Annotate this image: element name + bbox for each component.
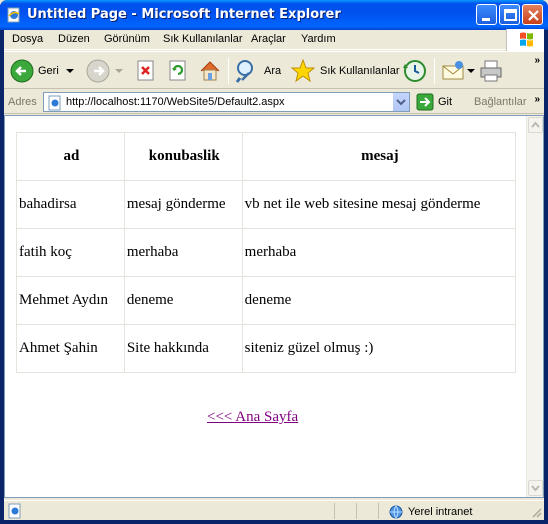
back-arrow-icon [10,59,34,83]
forward-arrow-icon [86,59,110,83]
messages-table: ad konubaslik mesaj bahadirsa mesaj gönd… [16,132,517,373]
table-row: fatih koç merhaba merhaba [16,228,517,277]
address-bar: Adres http://localhost:1170/WebSite5/Def… [4,90,544,114]
favorites-button[interactable]: Sık Kullanılanlar [290,58,400,84]
links-label[interactable]: Bağlantılar [474,96,527,108]
table-row: Ahmet Şahin Site hakkında siteniz güzel … [16,324,517,373]
table-header-row: ad konubaslik mesaj [16,132,517,181]
refresh-button[interactable] [168,58,188,84]
go-arrow-icon [416,93,434,111]
history-button[interactable] [402,58,428,84]
menu-bar: Dosya Düzen Görünüm Sık Kullanılanlar Ar… [4,29,544,51]
back-label: Geri [38,65,59,77]
back-dropdown-icon[interactable] [64,66,76,76]
status-divider [356,503,357,519]
close-icon [528,10,539,21]
stop-icon [137,60,154,81]
home-button[interactable] [198,58,222,84]
ie-page-icon [7,7,20,23]
cell-mesaj: deneme [241,276,517,325]
print-button[interactable] [478,58,504,84]
maximize-button[interactable] [499,4,520,25]
menu-help[interactable]: Yardım [301,33,336,45]
go-label: Git [438,96,453,108]
page-done-icon [8,503,21,519]
toolbar-separator [228,58,229,84]
status-bar: Yerel intranet [4,500,544,520]
search-icon [235,60,253,83]
favorites-label: Sık Kullanılanlar [320,65,400,77]
table-row: bahadirsa mesaj gönderme vb net ile web … [16,180,517,229]
scroll-up-button[interactable] [528,117,543,133]
cell-ad: fatih koç [16,228,125,277]
window-body: Dosya Düzen Görünüm Sık Kullanılanlar Ar… [4,29,544,520]
stop-button[interactable] [136,58,156,84]
close-button[interactable] [522,4,543,25]
intranet-globe-icon [389,505,403,519]
address-label: Adres [8,96,37,108]
address-dropdown-button[interactable] [392,93,409,111]
toolbar-separator [434,58,435,84]
chevron-down-icon [396,99,406,106]
cell-konubaslik: deneme [123,276,243,325]
address-url: http://localhost:1170/WebSite5/Default2.… [66,96,285,108]
favorites-star-icon [290,58,316,83]
menu-edit[interactable]: Düzen [58,33,90,45]
search-button[interactable]: Ara [234,58,281,84]
forward-dropdown-icon[interactable] [113,66,125,76]
minimize-icon [482,18,490,21]
links-chevron-icon[interactable]: » [534,94,540,105]
windows-logo [506,29,544,51]
cell-konubaslik: merhaba [123,228,243,277]
column-header-ad: ad [16,132,125,181]
status-divider [334,503,335,519]
standard-toolbar: Geri Ara Sık Kullanılanlar » [4,51,544,89]
back-button[interactable]: Geri [10,58,76,84]
cell-ad: Ahmet Şahin [16,324,125,373]
window-title: Untitled Page - Microsoft Internet Explo… [27,7,341,22]
menu-view[interactable]: Görünüm [104,33,150,45]
zone-label: Yerel intranet [408,506,473,518]
cell-mesaj: merhaba [241,228,517,277]
maximize-icon [504,9,517,21]
vertical-scrollbar[interactable] [526,116,543,497]
page-icon [48,95,61,111]
address-input[interactable]: http://localhost:1170/WebSite5/Default2.… [43,92,410,112]
resize-grip-icon[interactable] [530,506,542,518]
column-header-konubaslik: konubaslik [123,132,243,181]
cell-ad: Mehmet Aydın [16,276,125,325]
menu-favorites[interactable]: Sık Kullanılanlar [163,33,243,45]
cell-mesaj: vb net ile web sitesine mesaj gönderme [241,180,517,229]
history-clock-icon [403,60,426,82]
toolbar-chevron-icon[interactable]: » [534,55,540,66]
windows-flag-icon [520,32,533,47]
title-bar[interactable]: Untitled Page - Microsoft Internet Explo… [0,0,548,30]
scroll-up-icon [531,121,540,128]
table-row: Mehmet Aydın deneme deneme [16,276,517,325]
cell-mesaj: siteniz güzel olmuş :) [241,324,517,373]
menu-file[interactable]: Dosya [12,33,43,45]
go-button[interactable]: Git [416,93,452,111]
minimize-button[interactable] [476,4,497,25]
search-label: Ara [264,65,282,77]
mail-dropdown-icon[interactable] [466,66,476,76]
ie-window: Untitled Page - Microsoft Internet Explo… [0,0,548,524]
menu-tools[interactable]: Araçlar [251,33,286,45]
scroll-down-button[interactable] [528,480,543,496]
security-zone[interactable]: Yerel intranet [388,504,472,520]
printer-icon [480,60,502,82]
home-icon [200,61,220,81]
status-divider [378,503,379,519]
mail-envelope-icon [442,61,464,80]
cell-konubaslik: Site hakkında [123,324,243,373]
home-page-link[interactable]: <<< Ana Sayfa [207,409,298,426]
mail-button[interactable] [440,58,476,84]
refresh-icon [169,60,186,81]
cell-konubaslik: mesaj gönderme [123,180,243,229]
scroll-down-icon [531,485,540,492]
page-content: ad konubaslik mesaj bahadirsa mesaj gönd… [4,115,544,498]
cell-ad: bahadirsa [16,180,125,229]
forward-button[interactable] [86,58,125,84]
column-header-mesaj: mesaj [241,132,517,181]
